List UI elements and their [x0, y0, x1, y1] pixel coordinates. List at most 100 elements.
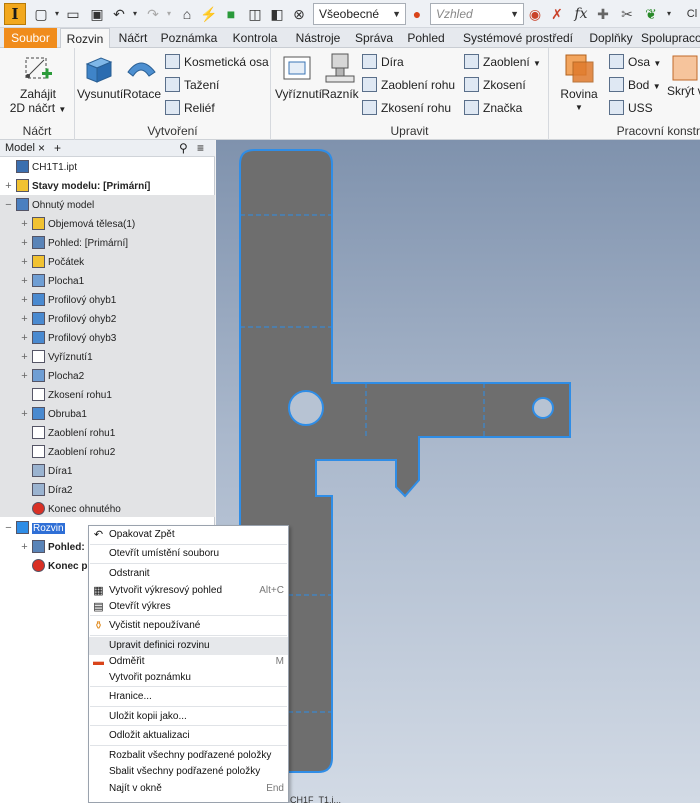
tab-rozvin[interactable]: Rozvin: [60, 28, 110, 49]
tree-node[interactable]: + Počátek: [20, 253, 84, 272]
sweep-button[interactable]: Tažení: [165, 76, 219, 96]
tree-node[interactable]: + Obruba1: [20, 405, 87, 424]
tree-node[interactable]: − Rozvin: [4, 519, 65, 538]
tab-pohled[interactable]: Pohled: [402, 28, 450, 48]
sheet-metal-profile[interactable]: [239, 149, 571, 773]
tree-node[interactable]: Zaoblení rohu1: [20, 424, 115, 443]
expand-toggle-icon[interactable]: +: [4, 177, 13, 196]
inventor-logo-icon[interactable]: I: [4, 3, 26, 25]
tree-node[interactable]: + Pohled:: [20, 538, 85, 557]
revolve-button[interactable]: Rotace: [123, 52, 161, 101]
emboss-button[interactable]: Reliéf: [165, 99, 215, 119]
expand-toggle-icon[interactable]: −: [4, 519, 13, 538]
menu-item[interactable]: ▤ Otevřít výkres: [89, 598, 288, 616]
tree-node[interactable]: + Plocha2: [20, 367, 84, 386]
menu-item[interactable]: Otevřít umístění souboru: [89, 545, 288, 563]
bottom-doc-tab[interactable]: CH1F_T1.i...: [290, 795, 341, 803]
expand-toggle-icon[interactable]: +: [20, 291, 29, 310]
analysis-icon[interactable]: ❦: [642, 5, 660, 23]
tree-node[interactable]: CH1T1.ipt: [4, 158, 77, 177]
tree-node[interactable]: + Objemová tělesa(1): [20, 215, 135, 234]
tree-node[interactable]: + Stavy modelu: [Primární]: [4, 177, 150, 196]
clear-icon[interactable]: ✗: [548, 5, 566, 23]
search-icon[interactable]: ⚲: [179, 140, 188, 156]
hole-small[interactable]: [532, 397, 554, 419]
mark-button[interactable]: Značka: [464, 99, 522, 119]
expand-toggle-icon[interactable]: +: [20, 215, 29, 234]
plane-button[interactable]: Rovina ▼: [553, 52, 605, 115]
open-folder-icon[interactable]: ▭: [64, 5, 82, 23]
tab-kontrola[interactable]: Kontrola: [225, 28, 285, 48]
browser-close-icon[interactable]: ×: [38, 140, 45, 156]
menu-item[interactable]: Hranice...: [89, 688, 288, 706]
point-button[interactable]: Bod ▼: [609, 76, 661, 96]
expand-toggle-icon[interactable]: +: [20, 348, 29, 367]
expand-toggle-icon[interactable]: +: [20, 310, 29, 329]
tree-node[interactable]: Díra2: [20, 481, 72, 500]
cut-button[interactable]: Vyříznutí: [275, 52, 322, 101]
cosmetic-weld-button[interactable]: Kosmetická osa: [165, 53, 269, 73]
tree-node[interactable]: + Profilový ohyb1: [20, 291, 116, 310]
menu-item[interactable]: Sbalit všechny podřazené položky: [89, 763, 288, 781]
menu-item[interactable]: ⚱ Vyčistit nepoužívané: [89, 617, 288, 635]
corner-chamfer-button[interactable]: Zkosení rohu: [362, 99, 451, 119]
expand-toggle-icon[interactable]: −: [4, 196, 13, 215]
menu-icon[interactable]: ≡: [197, 140, 204, 156]
tree-node[interactable]: Konec p: [20, 557, 87, 576]
start-2d-sketch-button[interactable]: Zahájit 2D náčrt ▼: [6, 52, 70, 117]
select-icon[interactable]: ■: [222, 5, 240, 23]
tree-node[interactable]: + Pohled: [Primární]: [20, 234, 128, 253]
home-icon[interactable]: ⌂: [178, 5, 196, 23]
measure-icon[interactable]: ✂: [618, 5, 636, 23]
menu-item[interactable]: Najít v okně End: [89, 780, 288, 798]
ucs-button[interactable]: USS: [609, 99, 653, 119]
fillet-button[interactable]: Zaoblení ▼: [464, 53, 541, 73]
corner-round-button[interactable]: Zaoblení rohu: [362, 76, 455, 96]
tree-node[interactable]: + Profilový ohyb3: [20, 329, 116, 348]
tab-soubor[interactable]: Soubor: [4, 28, 57, 48]
punch-tool-button[interactable]: Razník: [321, 52, 359, 101]
tree-node[interactable]: Zkosení rohu1: [20, 386, 112, 405]
hole-large[interactable]: [288, 390, 324, 426]
browser-tab-model[interactable]: Model: [5, 140, 35, 156]
tab-poznamka[interactable]: Poznámka: [158, 28, 220, 48]
tree-node[interactable]: + Profilový ohyb2: [20, 310, 116, 329]
expand-toggle-icon[interactable]: +: [20, 405, 29, 424]
material-combo[interactable]: Všeobecné ▼: [313, 3, 406, 25]
update-icon[interactable]: ⚡: [200, 5, 218, 23]
tree-node[interactable]: − Ohnutý model: [4, 196, 94, 215]
chamfer-button[interactable]: Zkosení: [464, 76, 526, 96]
expand-toggle-icon[interactable]: +: [20, 329, 29, 348]
menu-item[interactable]: Odstranit: [89, 565, 288, 583]
expand-toggle-icon[interactable]: +: [20, 234, 29, 253]
color-wheel-icon[interactable]: ●: [408, 5, 426, 23]
browser-add-icon[interactable]: +: [54, 140, 61, 156]
display-style-icon[interactable]: ◧: [268, 5, 286, 23]
redo-dropdown-icon[interactable]: ▾: [160, 5, 178, 23]
extrude-button[interactable]: Vysunutí: [77, 52, 123, 101]
hide-button[interactable]: Skrýt v: [667, 52, 700, 98]
material-icon[interactable]: ◫: [246, 5, 264, 23]
tab-doplnky[interactable]: Doplňky: [584, 28, 638, 48]
tab-spolupracovat[interactable]: Spolupraco: [641, 28, 700, 48]
hole-button[interactable]: Díra: [362, 53, 404, 73]
menu-item[interactable]: Odložit aktualizaci: [89, 727, 288, 745]
tree-node[interactable]: Zaoblení rohu2: [20, 443, 115, 462]
plus-icon[interactable]: ✚: [594, 5, 612, 23]
tab-nacrt[interactable]: Náčrt: [113, 28, 153, 48]
qat-dropdown-icon[interactable]: ▾: [660, 5, 678, 23]
tree-node[interactable]: Konec ohnutého: [20, 500, 121, 519]
adjust-icon[interactable]: ◉: [526, 5, 544, 23]
clear-appearance-icon[interactable]: ⊗: [290, 5, 308, 23]
expand-toggle-icon[interactable]: +: [20, 253, 29, 272]
tab-nastroje[interactable]: Nástroje: [290, 28, 346, 48]
tree-node[interactable]: Díra1: [20, 462, 72, 481]
tree-node[interactable]: + Plocha1: [20, 272, 84, 291]
axis-button[interactable]: Osa ▼: [609, 53, 661, 73]
tab-systemove-prostredi[interactable]: Systémové prostředí: [454, 28, 582, 48]
undo-dropdown-icon[interactable]: ▾: [126, 5, 144, 23]
expand-toggle-icon[interactable]: +: [20, 367, 29, 386]
save-icon[interactable]: ▣: [88, 5, 106, 23]
menu-item[interactable]: Vytvořit poznámku: [89, 669, 288, 687]
menu-item[interactable]: ↶ Opakovat Zpět: [89, 526, 288, 544]
